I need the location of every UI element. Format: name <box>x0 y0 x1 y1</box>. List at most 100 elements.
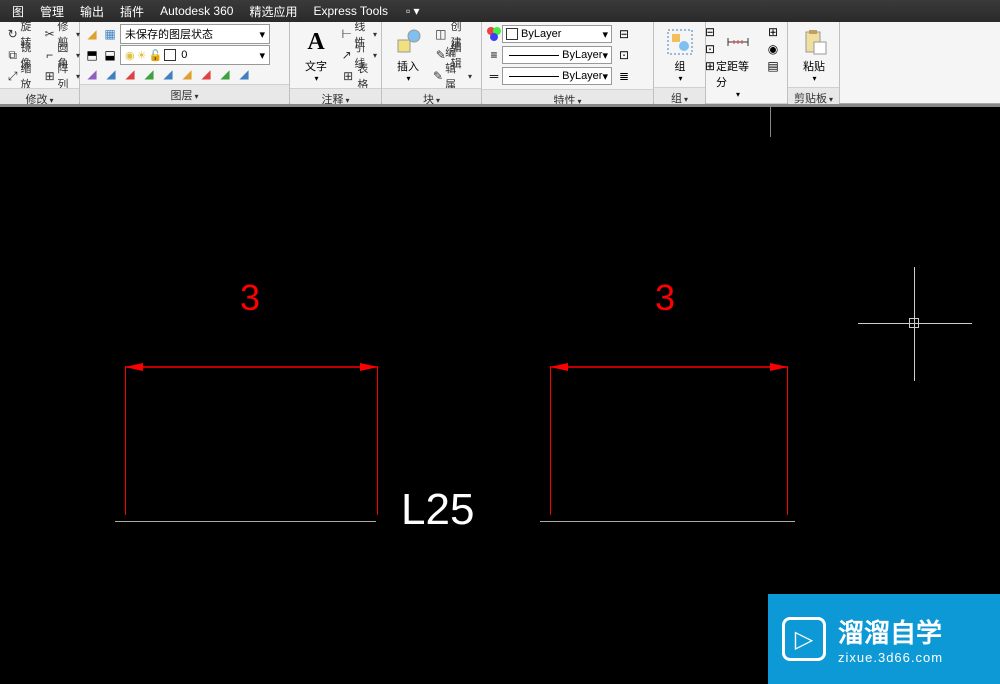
layer-icon2[interactable]: ⬓ <box>102 47 118 63</box>
color-swatch <box>164 49 176 61</box>
layer-state-icon[interactable]: ▦ <box>102 26 118 42</box>
menu-item-featured[interactable]: 精选应用 <box>241 1 305 22</box>
trim-icon: ✂ <box>44 26 55 42</box>
ui-divider <box>770 107 771 137</box>
line-preview <box>509 55 559 56</box>
dimension-line-right <box>550 362 788 372</box>
layer-icon1[interactable]: ⬒ <box>84 47 100 63</box>
line-preview <box>509 76 559 77</box>
util-icon1[interactable]: ⊞ <box>765 24 781 40</box>
layer-prop-icon[interactable]: ◢ <box>84 26 100 42</box>
util-icon2[interactable]: ◉ <box>765 41 781 57</box>
layer-state-dropdown[interactable]: 未保存的图层状态 ▾ <box>120 24 270 44</box>
menu-bar: 图 管理 输出 插件 Autodesk 360 精选应用 Express Too… <box>0 0 1000 22</box>
layer-tool-5[interactable]: ◢ <box>160 66 176 82</box>
bulb-icon: ◉ <box>125 49 135 62</box>
create-icon: ◫ <box>433 26 449 42</box>
color-dropdown[interactable]: ByLayer ▾ <box>502 25 612 43</box>
rotate-icon: ↻ <box>7 26 18 42</box>
panel-modify: ↻ 旋转 ⧉ 镜像 ⤢ 缩放 ✂ 修剪 ▾ ⌐ <box>0 22 80 103</box>
menu-close-icon[interactable]: ▫ ▾ <box>400 2 426 20</box>
lineweight-icon[interactable]: ≡ <box>486 47 502 63</box>
chevron-down-icon: ▾ <box>736 90 740 99</box>
dimension-text-left: 3 <box>240 277 260 319</box>
scale-button[interactable]: ⤢ 缩放 <box>4 66 39 86</box>
panel-annotation: A 文字 ▾ ⊢ 线性 ▾ ↗ 引线 ▾ ⊞ 表格 <box>290 22 382 103</box>
paste-icon <box>798 26 830 58</box>
list-icon[interactable]: ≣ <box>616 66 632 86</box>
linetype-icon[interactable]: ═ <box>486 68 502 84</box>
insert-button[interactable]: 插入 ▾ <box>386 24 430 85</box>
panel-properties: ByLayer ▾ ≡ ByLayer ▾ ═ By <box>482 22 654 103</box>
leader-icon: ↗ <box>341 47 352 63</box>
layer-tool-8[interactable]: ◢ <box>217 66 233 82</box>
chevron-down-icon: ▾ <box>678 74 682 83</box>
text-button[interactable]: A 文字 ▾ <box>294 24 338 85</box>
fillet-icon: ⌐ <box>44 47 55 63</box>
match-prop-icon[interactable]: ⊟ <box>616 24 632 44</box>
layer-tool-7[interactable]: ◢ <box>198 66 214 82</box>
chevron-down-icon: ▾ <box>406 74 410 83</box>
edit-attr-button[interactable]: ✎ 编辑属性 ▾ <box>430 66 475 86</box>
group-icon <box>664 26 696 58</box>
prop-icon2[interactable]: ⊡ <box>616 45 632 65</box>
panel-title-layers[interactable]: 图层▾ <box>80 84 289 105</box>
menu-item-autodesk360[interactable]: Autodesk 360 <box>152 2 241 20</box>
chevron-down-icon: ▾ <box>314 74 318 83</box>
lineweight-dropdown[interactable]: ByLayer ▾ <box>502 46 612 64</box>
layer-tool-9[interactable]: ◢ <box>236 66 252 82</box>
sun-icon: ☀ <box>137 49 147 62</box>
linear-icon: ⊢ <box>341 26 352 42</box>
layer-tool-6[interactable]: ◢ <box>179 66 195 82</box>
layer-tool-1[interactable]: ◢ <box>84 66 100 82</box>
chevron-down-icon: ▾ <box>373 30 377 39</box>
chevron-down-icon: ▾ <box>602 70 608 83</box>
chevron-down-icon: ▾ <box>812 74 816 83</box>
dimension-text-right: 3 <box>655 277 675 319</box>
layer-tool-3[interactable]: ◢ <box>122 66 138 82</box>
chevron-down-icon: ▾ <box>468 72 472 81</box>
dimension-line-left <box>125 362 378 372</box>
panel-clipboard: 粘贴 ▾ 剪贴板▾ <box>788 22 840 103</box>
panel-block: 插入 ▾ ◫ 创建 ✎ 编辑 ✎ 编辑属性 ▾ 块▾ <box>382 22 482 103</box>
color-icon[interactable] <box>486 26 502 42</box>
lock-icon: 🔓 <box>148 49 162 62</box>
extension-line-right2 <box>787 367 788 515</box>
watermark-subtitle: zixue.3d66.com <box>838 650 943 665</box>
watermark: ▷ 溜溜自学 zixue.3d66.com <box>768 594 1000 684</box>
mirror-icon: ⧉ <box>7 47 18 63</box>
table-button[interactable]: ⊞ 表格 <box>338 66 380 86</box>
chevron-down-icon: ▾ <box>373 51 377 60</box>
text-icon: A <box>300 26 332 58</box>
ribbon: ↻ 旋转 ⧉ 镜像 ⤢ 缩放 ✂ 修剪 ▾ ⌐ <box>0 22 1000 104</box>
chevron-down-icon: ▾ <box>259 28 265 41</box>
chevron-down-icon: ▾ <box>259 49 265 62</box>
measure-icon <box>722 26 754 58</box>
attr-icon: ✎ <box>433 68 443 84</box>
table-icon: ⊞ <box>341 68 355 84</box>
extension-line-left1 <box>125 367 126 515</box>
group-button[interactable]: 组 ▾ <box>658 24 702 85</box>
panel-utils: 定距等分 ▾ ⊞ ◉ ▤ 实用工具▾ <box>706 22 788 103</box>
paste-button[interactable]: 粘贴 ▾ <box>792 24 836 85</box>
array-icon: ⊞ <box>44 68 55 84</box>
baseline-right <box>540 521 795 522</box>
baseline-left <box>115 521 376 522</box>
menu-item-output[interactable]: 输出 <box>72 1 112 22</box>
cad-text-label: L25 <box>401 485 474 535</box>
linetype-dropdown[interactable]: ByLayer ▾ <box>502 67 612 85</box>
extension-line-left2 <box>377 367 378 515</box>
layer-tool-4[interactable]: ◢ <box>141 66 157 82</box>
menu-item-plugins[interactable]: 插件 <box>112 1 152 22</box>
drawing-canvas[interactable]: 3 3 L25 ▷ 溜溜自学 zixue.3d66.com <box>0 104 1000 684</box>
array-button[interactable]: ⊞ 阵列 ▾ <box>41 66 83 86</box>
panel-group: 组 ▾ ⊟ ⊡ ⊞ 组▾ <box>654 22 706 103</box>
measure-button[interactable]: 定距等分 ▾ <box>710 24 765 101</box>
insert-icon <box>392 26 424 58</box>
layer-current-dropdown[interactable]: ◉ ☀ 🔓 0 ▾ <box>120 45 270 65</box>
layer-tool-2[interactable]: ◢ <box>103 66 119 82</box>
util-icon3[interactable]: ▤ <box>765 58 781 74</box>
menu-item-express[interactable]: Express Tools <box>305 2 395 20</box>
chevron-down-icon: ▾ <box>602 28 608 41</box>
crosshair-pickbox <box>909 318 919 328</box>
